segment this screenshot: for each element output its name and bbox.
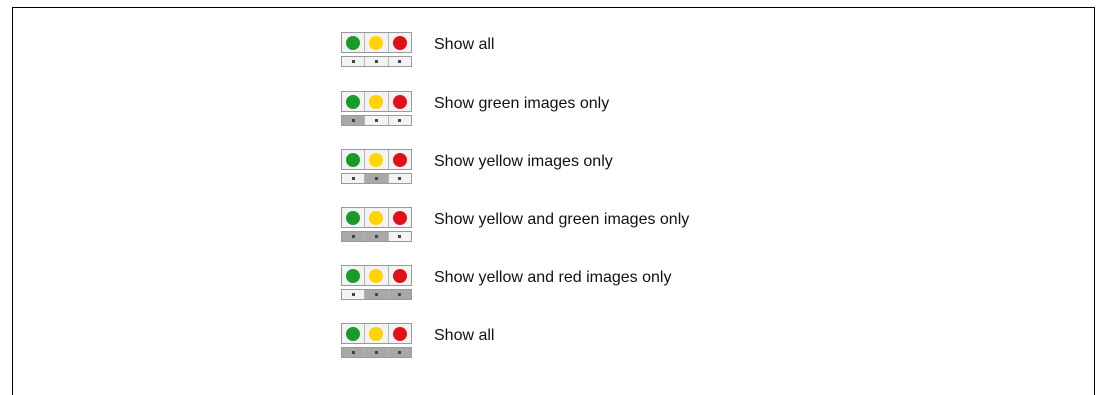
- legend-row: Show green images only: [341, 91, 961, 131]
- green-light-icon: [346, 35, 361, 50]
- row-label: Show green images only: [434, 95, 610, 112]
- yellow-light-icon: [369, 94, 384, 109]
- traffic-light-filter-widget: [341, 149, 414, 186]
- light-cell: [342, 324, 366, 343]
- row-label: Show all: [434, 36, 495, 53]
- filter-toggles: [341, 115, 412, 126]
- light-cell: [365, 33, 389, 52]
- filter-toggles: [341, 289, 412, 300]
- filter-toggles: [341, 231, 412, 242]
- legend-row: Show yellow and green images only: [341, 207, 961, 247]
- green-toggle[interactable]: [342, 116, 366, 125]
- status-lights: [341, 265, 412, 286]
- light-cell: [365, 208, 389, 227]
- light-cell: [365, 266, 389, 285]
- yellow-toggle[interactable]: [365, 348, 389, 357]
- row-label: Show yellow and green images only: [434, 211, 690, 228]
- red-toggle[interactable]: [388, 174, 411, 183]
- light-cell: [365, 150, 389, 169]
- green-light-icon: [346, 152, 361, 167]
- light-cell: [365, 324, 389, 343]
- traffic-light-filter-widget: [341, 323, 414, 360]
- yellow-light-icon: [369, 326, 384, 341]
- legend-row: Show yellow and red images only: [341, 265, 961, 305]
- legend-row: Show yellow images only: [341, 149, 961, 189]
- light-cell: [389, 324, 411, 343]
- traffic-light-filter-widget: [341, 207, 414, 244]
- light-cell: [389, 92, 411, 111]
- yellow-light-icon: [369, 268, 384, 283]
- red-light-icon: [392, 210, 407, 225]
- legend-row: Show all: [341, 32, 961, 72]
- yellow-toggle[interactable]: [365, 116, 389, 125]
- status-lights: [341, 91, 412, 112]
- green-toggle[interactable]: [342, 232, 366, 241]
- filter-toggles: [341, 347, 412, 358]
- status-lights: [341, 323, 412, 344]
- light-cell: [342, 33, 366, 52]
- yellow-light-icon: [369, 210, 384, 225]
- red-toggle[interactable]: [388, 57, 411, 66]
- green-light-icon: [346, 268, 361, 283]
- red-toggle[interactable]: [388, 290, 411, 299]
- green-toggle[interactable]: [342, 57, 366, 66]
- green-light-icon: [346, 326, 361, 341]
- traffic-light-filter-widget: [341, 32, 414, 69]
- light-cell: [389, 150, 411, 169]
- status-lights: [341, 149, 412, 170]
- light-cell: [342, 208, 366, 227]
- yellow-light-icon: [369, 35, 384, 50]
- red-toggle[interactable]: [388, 116, 411, 125]
- light-cell: [342, 92, 366, 111]
- light-cell: [365, 92, 389, 111]
- light-cell: [389, 208, 411, 227]
- traffic-light-filter-widget: [341, 91, 414, 128]
- yellow-toggle[interactable]: [365, 232, 389, 241]
- green-toggle[interactable]: [342, 348, 366, 357]
- red-light-icon: [392, 326, 407, 341]
- status-lights: [341, 207, 412, 228]
- green-light-icon: [346, 94, 361, 109]
- filter-toggles: [341, 56, 412, 67]
- yellow-toggle[interactable]: [365, 174, 389, 183]
- red-toggle[interactable]: [388, 232, 411, 241]
- green-light-icon: [346, 210, 361, 225]
- green-toggle[interactable]: [342, 290, 366, 299]
- yellow-toggle[interactable]: [365, 290, 389, 299]
- filter-toggles: [341, 173, 412, 184]
- red-light-icon: [392, 35, 407, 50]
- legend-row: Show all: [341, 323, 961, 363]
- red-light-icon: [392, 94, 407, 109]
- traffic-light-filter-widget: [341, 265, 414, 302]
- light-cell: [389, 266, 411, 285]
- light-cell: [342, 150, 366, 169]
- red-light-icon: [392, 268, 407, 283]
- status-lights: [341, 32, 412, 53]
- row-label: Show yellow and red images only: [434, 269, 672, 286]
- red-toggle[interactable]: [388, 348, 411, 357]
- green-toggle[interactable]: [342, 174, 366, 183]
- red-light-icon: [392, 152, 407, 167]
- light-cell: [342, 266, 366, 285]
- light-cell: [389, 33, 411, 52]
- row-label: Show all: [434, 327, 495, 344]
- yellow-toggle[interactable]: [365, 57, 389, 66]
- row-label: Show yellow images only: [434, 153, 613, 170]
- yellow-light-icon: [369, 152, 384, 167]
